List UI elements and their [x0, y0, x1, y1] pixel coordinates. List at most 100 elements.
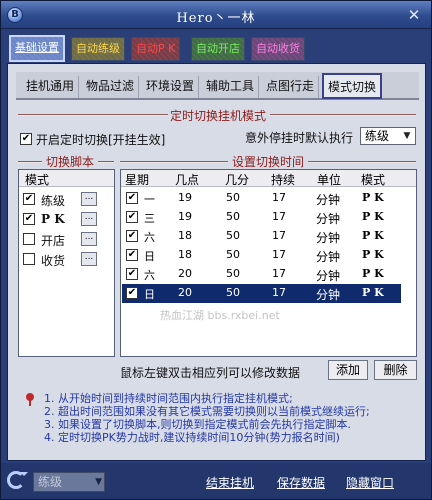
cell-mode: P K: [362, 286, 384, 299]
divider: [18, 161, 42, 163]
delete-button[interactable]: 删除: [374, 360, 417, 380]
subtab-item-filter[interactable]: 物品过滤: [82, 76, 140, 98]
script-item-pk[interactable]: ✔ P K ...: [19, 210, 114, 230]
section-title-scripts: 切换脚本: [45, 155, 94, 169]
window-title: Hero丶一林: [176, 11, 256, 26]
divider: [270, 114, 416, 116]
cell-unit: 分钟: [316, 269, 341, 283]
divider: [98, 161, 114, 163]
schedule-table-header: 星期 几点 几分 持续 单位 模式: [121, 170, 416, 187]
cell-duration: 17: [272, 191, 286, 204]
column-header-hour: 几点: [175, 173, 200, 187]
cell-minute: 50: [226, 191, 240, 204]
tab-basic-settings[interactable]: 基础设置: [9, 35, 65, 62]
script-item-leveling[interactable]: ✔ 练级 ...: [19, 190, 114, 210]
cell-hour: 19: [178, 210, 192, 223]
script-item-purchase[interactable]: 收货 ...: [19, 250, 114, 270]
cell-hour: 20: [178, 267, 192, 280]
browse-script-button[interactable]: ...: [81, 212, 97, 226]
row-checkbox[interactable]: ✔: [126, 287, 138, 299]
subtab-general[interactable]: 挂机通用: [22, 76, 80, 98]
script-checkbox[interactable]: [23, 233, 35, 245]
browse-script-button[interactable]: ...: [81, 252, 97, 266]
bottom-bar: 练级 ▼ 结束挂机 保存数据 隐藏窗口: [1, 463, 431, 499]
row-checkbox[interactable]: ✔: [126, 268, 138, 280]
schedule-table: 星期 几点 几分 持续 单位 模式 ✔ 一 19 50 17 分钟 P K ✔ …: [120, 169, 417, 357]
cell-unit: 分钟: [316, 193, 341, 207]
tab-auto-shop[interactable]: 自动开店: [191, 37, 245, 61]
column-header-unit: 单位: [317, 173, 342, 187]
cell-hour: 19: [178, 191, 192, 204]
script-label: 练级: [41, 194, 66, 208]
cell-unit: 分钟: [316, 288, 341, 302]
script-list: 模式 ✔ 练级 ... ✔ P K ... 开店 ... 收货 ...: [18, 169, 115, 357]
cell-hour: 18: [178, 229, 192, 242]
tab-auto-leveling[interactable]: 自动练级: [71, 37, 125, 61]
subtab-mode-switch[interactable]: 模式切换: [322, 73, 383, 99]
enable-timer-checkbox[interactable]: ✔: [20, 133, 32, 145]
watermark: 热血江湖 bbs.rxbei.net: [160, 309, 280, 322]
close-icon[interactable]: ✕: [405, 6, 423, 24]
cell-weekday: 六: [144, 231, 155, 244]
table-row-selected[interactable]: ✔ 日 20 50 17 分钟 P K: [122, 284, 401, 303]
fallback-mode-select[interactable]: 练级 ▼: [360, 127, 416, 145]
column-header-minute: 几分: [225, 173, 250, 187]
subtab-environment[interactable]: 环境设置: [142, 76, 200, 98]
cell-duration: 17: [272, 210, 286, 223]
row-checkbox[interactable]: ✔: [126, 192, 138, 204]
enable-timer-label: 开启定时切换[开挂生效]: [36, 133, 166, 147]
table-row[interactable]: ✔ 三 19 50 17 分钟 P K: [122, 208, 401, 227]
pin-icon: [26, 393, 34, 406]
subtab-map-walk[interactable]: 点图行走: [262, 76, 320, 98]
end-hang-button[interactable]: 结束挂机: [206, 474, 254, 491]
script-checkbox[interactable]: [23, 253, 35, 265]
column-header-weekday: 星期: [125, 173, 150, 187]
cell-unit: 分钟: [316, 212, 341, 226]
mode-select[interactable]: 练级 ▼: [33, 472, 105, 492]
tab-auto-pk[interactable]: 自动P K: [131, 37, 181, 61]
tab-auto-purchase[interactable]: 自动收货: [251, 37, 305, 61]
section-title-timer: 定时切换挂机模式: [169, 109, 266, 123]
column-header-mode: 模式: [25, 173, 50, 187]
edit-hint: 鼠标左键双击相应列可以修改数据: [120, 366, 301, 380]
script-list-header: 模式: [19, 170, 114, 187]
cell-minute: 50: [226, 286, 240, 299]
script-checkbox[interactable]: ✔: [23, 193, 35, 205]
cell-weekday: 三: [144, 212, 155, 225]
cell-mode: P K: [362, 229, 384, 242]
table-row[interactable]: ✔ 日 18 50 17 分钟 P K: [122, 246, 401, 265]
cell-weekday: 一: [144, 193, 155, 206]
cell-mode: P K: [362, 267, 384, 280]
script-label: 收货: [41, 254, 66, 268]
title-bar[interactable]: B Hero丶一林 ✕: [1, 1, 431, 29]
table-row[interactable]: ✔ 六 20 50 17 分钟 P K: [122, 265, 401, 284]
cell-minute: 50: [226, 267, 240, 280]
subtab-tools[interactable]: 辅助工具: [202, 76, 260, 98]
cell-duration: 17: [272, 267, 286, 280]
browse-script-button[interactable]: ...: [81, 192, 97, 206]
add-button[interactable]: 添加: [328, 360, 368, 380]
app-window: B Hero丶一林 ✕ 基础设置 自动练级 自动P K 自动开店 自动收货 挂机…: [0, 0, 432, 500]
refresh-icon[interactable]: [7, 471, 28, 489]
hide-window-button[interactable]: 隐藏窗口: [346, 474, 394, 491]
cell-duration: 17: [272, 248, 286, 261]
script-item-shop[interactable]: 开店 ...: [19, 230, 114, 250]
fallback-label: 意外停挂时默认执行: [245, 131, 354, 145]
table-row[interactable]: ✔ 一 19 50 17 分钟 P K: [122, 189, 401, 208]
browse-script-button[interactable]: ...: [81, 232, 97, 246]
script-checkbox[interactable]: ✔: [23, 213, 35, 225]
chevron-down-icon: ▼: [403, 131, 411, 141]
divider: [18, 114, 168, 116]
row-checkbox[interactable]: ✔: [126, 249, 138, 261]
row-checkbox[interactable]: ✔: [126, 230, 138, 242]
row-checkbox[interactable]: ✔: [126, 211, 138, 223]
table-row[interactable]: ✔ 六 18 50 17 分钟 P K: [122, 227, 401, 246]
save-data-button[interactable]: 保存数据: [277, 474, 325, 491]
note-line: 4. 定时切换PK势力战时,建议持续时间10分钟(势力报名时间): [44, 431, 340, 444]
main-tab-bar: 基础设置 自动练级 自动P K 自动开店 自动收货: [1, 30, 431, 64]
cell-unit: 分钟: [316, 231, 341, 245]
cell-weekday: 日: [144, 250, 155, 263]
cell-mode: P K: [362, 210, 384, 223]
divider: [308, 161, 416, 163]
column-header-duration: 持续: [271, 173, 296, 187]
